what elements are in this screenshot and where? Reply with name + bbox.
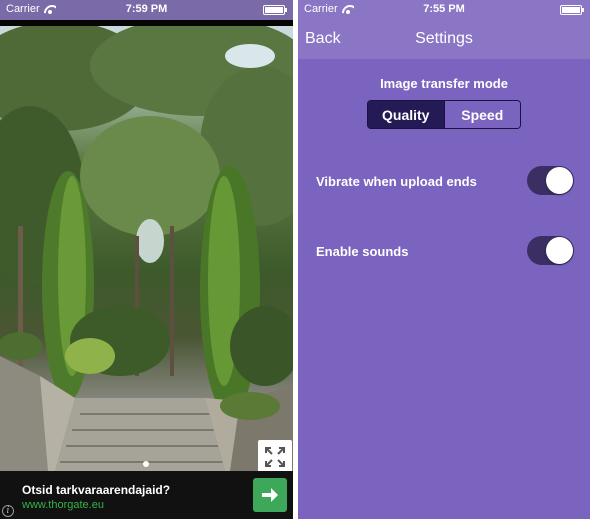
status-time: 7:59 PM <box>125 3 168 15</box>
transfer-mode-label: Image transfer mode <box>380 76 508 91</box>
sounds-toggle[interactable] <box>527 236 574 265</box>
ad-url[interactable]: www.thorgate.eu <box>22 499 104 511</box>
status-bar: Carrier 7:55 PM <box>298 0 590 20</box>
arrow-glyph <box>262 488 278 502</box>
sounds-setting-label: Enable sounds <box>316 244 409 259</box>
status-bar: Carrier 7:59 PM <box>0 0 293 20</box>
battery-icon <box>560 5 584 15</box>
segment-quality[interactable]: Quality <box>368 101 444 128</box>
battery-icon <box>263 5 287 15</box>
expand-icon[interactable] <box>258 440 292 474</box>
navigation-bar: Back Settings <box>298 20 590 59</box>
segment-speed[interactable]: Speed <box>443 101 520 128</box>
vibrate-setting-label: Vibrate when upload ends <box>316 174 477 189</box>
ad-title[interactable]: Otsid tarkvaraarendajaid? <box>22 483 170 497</box>
settings-screen: Carrier 7:55 PM Back Settings Image tran… <box>298 0 590 519</box>
page-indicator[interactable] <box>143 461 149 467</box>
transfer-mode-segmented-control: Quality Speed <box>367 100 521 129</box>
expand-glyph <box>265 447 285 467</box>
photo-drawing <box>0 26 293 471</box>
vibrate-toggle[interactable] <box>527 166 574 195</box>
photo-viewer-screen: Carrier 7:59 PM Otsid tarkvaraarendajaid… <box>0 0 293 519</box>
toggle-knob <box>546 167 573 194</box>
page-title: Settings <box>415 30 473 47</box>
toggle-knob <box>546 237 573 264</box>
arrow-right-icon[interactable] <box>253 478 287 512</box>
info-icon[interactable]: i <box>2 505 14 517</box>
status-time: 7:55 PM <box>423 3 465 15</box>
garden-photo[interactable] <box>0 26 293 471</box>
